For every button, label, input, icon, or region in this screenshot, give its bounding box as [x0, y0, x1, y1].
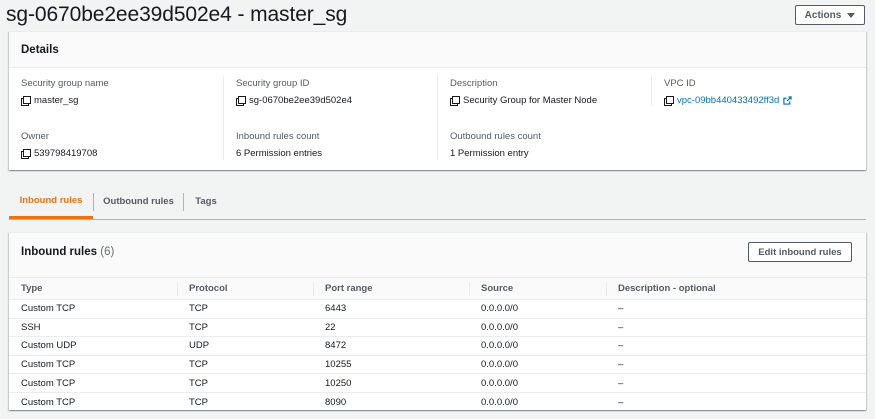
sg-id-value: sg-0670be2ee39d502e4	[249, 95, 353, 106]
cell-source: 0.0.0.0/0	[469, 355, 606, 375]
edit-inbound-rules-button[interactable]: Edit inbound rules	[748, 242, 852, 262]
tab-inbound-rules[interactable]: Inbound rules	[9, 184, 93, 219]
cell-source: 0.0.0.0/0	[469, 299, 606, 319]
cell-source: 0.0.0.0/0	[469, 318, 606, 338]
table-row: Custom TCP TCP 8090 0.0.0.0/0 –	[9, 392, 866, 411]
inbound-rules-title-text: Inbound rules	[21, 246, 98, 258]
sg-name-value: master_sg	[34, 95, 79, 106]
cell-type: Custom TCP	[21, 396, 76, 408]
cell-type: Custom TCP	[9, 299, 177, 319]
column-header-port-range[interactable]: Port range	[313, 277, 469, 300]
copy-icon[interactable]	[664, 96, 674, 106]
column-header-type[interactable]: Type	[9, 277, 177, 300]
field-label: Description	[450, 78, 498, 89]
table-row: Custom TCP TCP 10250 0.0.0.0/0 –	[9, 373, 866, 393]
details-header: Details	[9, 32, 866, 68]
field-label: Inbound rules count	[236, 131, 320, 142]
actions-label: Actions	[804, 9, 842, 21]
cell-description: –	[606, 318, 866, 338]
tab-bar: Inbound rules Outbound rules Tags	[9, 184, 866, 220]
inbound-rules-table: Type Protocol Port range Source Descript…	[9, 277, 866, 411]
table-row: SSH TCP 22 0.0.0.0/0 –	[9, 318, 866, 338]
external-link-icon[interactable]	[783, 96, 792, 105]
details-panel: Details Security group name master_sg Se…	[9, 31, 866, 170]
page-title: sg-0670be2ee39d502e4 - master_sg	[6, 3, 348, 26]
field-label: Security group name	[21, 78, 109, 89]
copy-icon[interactable]	[450, 96, 460, 106]
field-label: VPC ID	[664, 78, 696, 89]
cell-source: 0.0.0.0/0	[469, 373, 606, 393]
tab-tags[interactable]: Tags	[184, 184, 228, 218]
cell-description: –	[618, 396, 624, 408]
field-owner: Owner 539798419708	[21, 131, 97, 159]
field-inbound-count: Inbound rules count 6 Permission entries	[236, 131, 322, 159]
cell-type: Custom TCP	[9, 373, 177, 393]
tab-outbound-rules[interactable]: Outbound rules	[94, 184, 183, 218]
cell-source: 0.0.0.0/0	[469, 336, 606, 356]
table-row: Custom TCP TCP 10255 0.0.0.0/0 –	[9, 355, 866, 375]
description-value: Security Group for Master Node	[463, 95, 598, 106]
copy-icon[interactable]	[236, 96, 246, 106]
inbound-rules-panel: Inbound rules (6) Edit inbound rules Typ…	[9, 232, 866, 410]
field-outbound-count: Outbound rules count 1 Permission entry	[450, 131, 541, 159]
inbound-rules-header: Inbound rules (6) Edit inbound rules	[9, 233, 866, 277]
cell-protocol: UDP	[177, 336, 313, 356]
column-header-protocol[interactable]: Protocol	[177, 277, 313, 300]
cell-type: Custom UDP	[9, 336, 177, 356]
copy-icon[interactable]	[21, 149, 31, 159]
table-row: Custom TCP TCP 6443 0.0.0.0/0 –	[9, 299, 866, 319]
caret-down-icon	[847, 12, 856, 18]
cell-port-range: 22	[313, 318, 469, 338]
owner-value: 539798419708	[34, 148, 98, 159]
cell-protocol: TCP	[177, 355, 313, 375]
cell-protocol: TCP	[177, 299, 313, 319]
cell-description: –	[606, 299, 866, 319]
field-label: Security group ID	[236, 78, 310, 89]
cell-protocol: TCP	[189, 396, 208, 408]
field-description: Description Security Group for Master No…	[450, 78, 597, 106]
column-header-source[interactable]: Source	[469, 277, 606, 300]
cell-port-range: 6443	[313, 299, 469, 319]
cell-port-range: 8090	[325, 396, 347, 408]
column-header-description[interactable]: Description - optional	[606, 277, 866, 300]
field-label: Outbound rules count	[450, 131, 541, 142]
column-divider	[223, 76, 224, 160]
cell-description: –	[606, 336, 866, 356]
cell-type: Custom TCP	[9, 355, 177, 375]
table-row: Custom UDP UDP 8472 0.0.0.0/0 –	[9, 336, 866, 356]
actions-button[interactable]: Actions	[795, 5, 865, 25]
inbound-rules-title: Inbound rules (6)	[21, 246, 114, 258]
cell-port-range: 10255	[313, 355, 469, 375]
field-sg-id: Security group ID sg-0670be2ee39d502e4	[236, 78, 352, 106]
column-divider	[651, 76, 652, 106]
cell-protocol: TCP	[177, 318, 313, 338]
field-vpc-id: VPC ID vpc-09bb440433492ff3d	[664, 78, 792, 106]
vpc-id-link[interactable]: vpc-09bb440433492ff3d	[677, 95, 779, 106]
cell-port-range: 8472	[313, 336, 469, 356]
inbound-count-value: 6 Permission entries	[236, 148, 323, 159]
cell-protocol: TCP	[177, 373, 313, 393]
cell-port-range: 10250	[313, 373, 469, 393]
cell-description: –	[606, 373, 866, 393]
field-sg-name: Security group name master_sg	[21, 78, 109, 106]
cell-description: –	[606, 355, 866, 375]
column-divider	[437, 76, 438, 160]
table-header-row: Type Protocol Port range Source Descript…	[9, 277, 866, 300]
copy-icon[interactable]	[21, 96, 31, 106]
inbound-rules-count: (6)	[100, 246, 115, 258]
cell-type: SSH	[9, 318, 177, 338]
outbound-count-value: 1 Permission entry	[450, 148, 529, 159]
cell-source: 0.0.0.0/0	[481, 396, 518, 408]
field-label: Owner	[21, 131, 49, 142]
